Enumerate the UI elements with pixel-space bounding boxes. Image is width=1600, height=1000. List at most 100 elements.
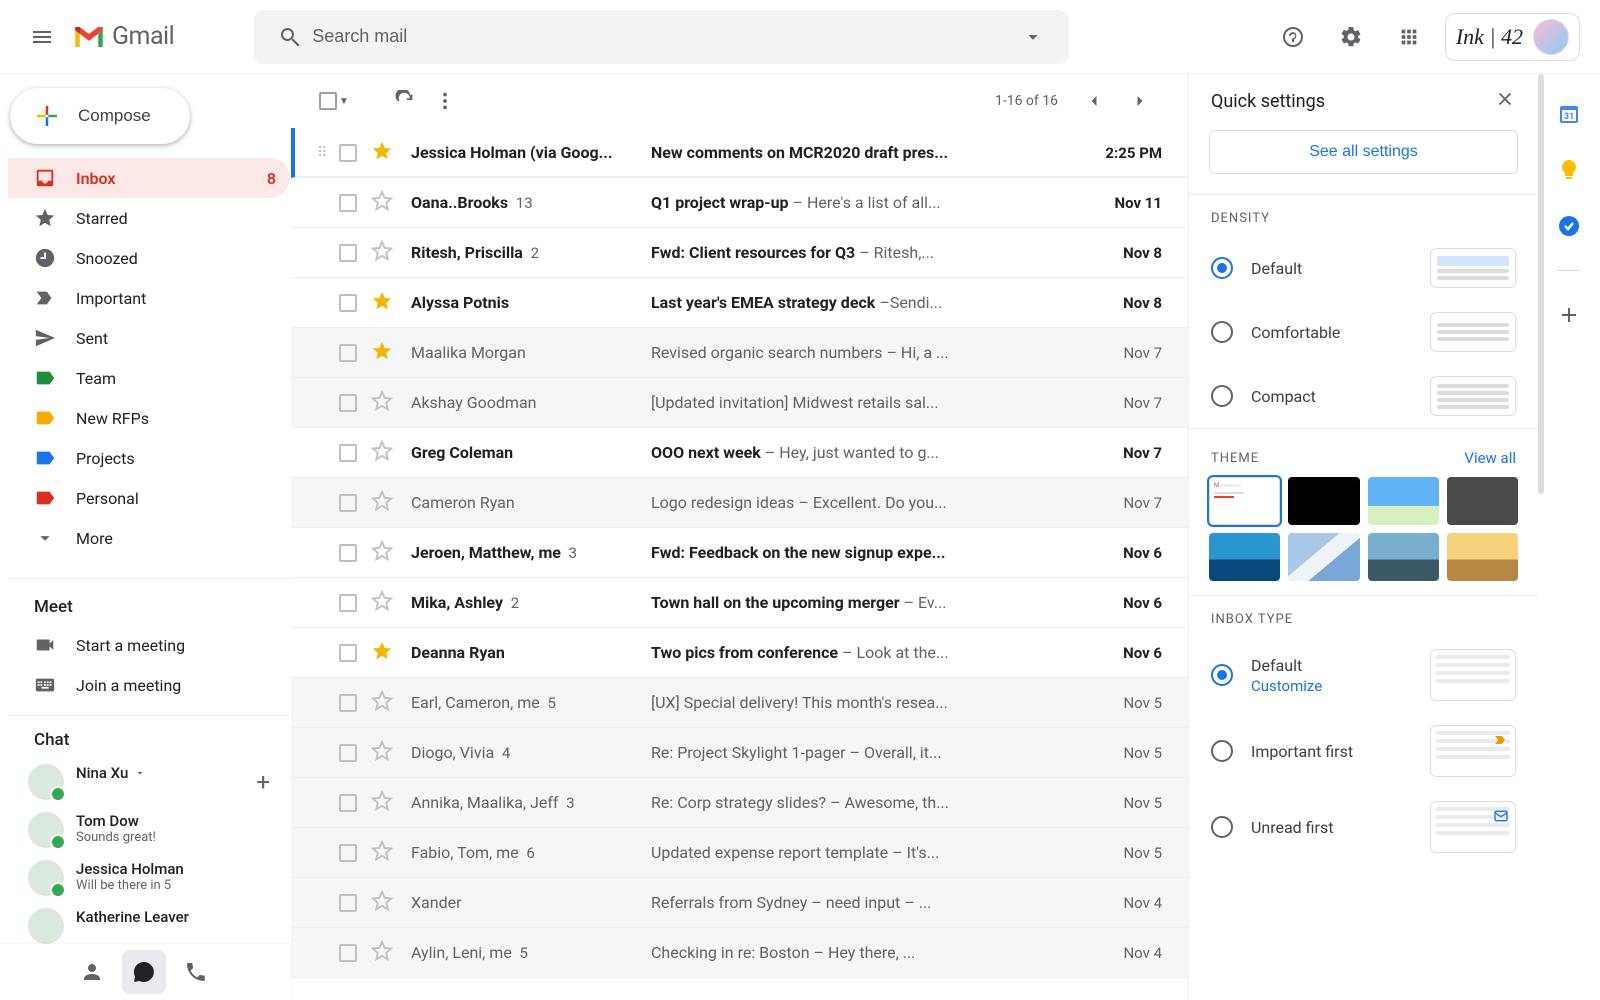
chat-contact[interactable]: Katherine Leaver (8, 902, 290, 950)
row-checkbox[interactable] (339, 144, 357, 162)
search-options-icon[interactable] (1011, 15, 1055, 59)
row-checkbox[interactable] (339, 344, 357, 362)
row-checkbox[interactable] (339, 294, 357, 312)
row-checkbox[interactable] (339, 544, 357, 562)
density-option-compact[interactable]: Compact (1189, 364, 1538, 428)
email-row[interactable]: ⠿ Mika, Ashley 2 Town hall on the upcomi… (291, 578, 1188, 628)
star-icon[interactable] (371, 890, 393, 916)
star-icon[interactable] (371, 840, 393, 866)
sidebar-item-inbox[interactable]: Inbox8 (8, 158, 290, 198)
star-icon[interactable] (371, 240, 393, 266)
star-icon[interactable] (371, 390, 393, 416)
sidebar-item-starred[interactable]: Starred (8, 198, 290, 238)
chat-self-row[interactable]: Nina Xu + (8, 758, 290, 806)
email-row[interactable]: ⠿ Maalika Morgan Revised organic search … (291, 328, 1188, 378)
radio-icon[interactable] (1211, 740, 1233, 762)
email-row[interactable]: ⠿ Oana..Brooks 13 Q1 project wrap-up – H… (291, 178, 1188, 228)
row-checkbox[interactable] (339, 444, 357, 462)
theme-thumbnail[interactable] (1288, 533, 1359, 581)
search-bar[interactable] (254, 10, 1069, 64)
refresh-icon[interactable] (385, 81, 425, 121)
star-icon[interactable] (371, 140, 393, 166)
user-avatar[interactable] (1533, 19, 1569, 55)
inbox-type-option[interactable]: DefaultCustomize (1189, 637, 1538, 713)
radio-icon[interactable] (1211, 816, 1233, 838)
star-icon[interactable] (371, 440, 393, 466)
theme-thumbnail[interactable] (1209, 533, 1280, 581)
email-row[interactable]: ⠿ Greg Coleman OOO next week – Hey, just… (291, 428, 1188, 478)
star-icon[interactable] (371, 190, 393, 216)
row-checkbox[interactable] (339, 244, 357, 262)
chat-contact[interactable]: Jessica HolmanWill be there in 5 (8, 854, 290, 902)
sidebar-item-more[interactable]: More (8, 518, 290, 558)
meet-join-a-meeting[interactable]: Join a meeting (8, 665, 290, 705)
star-icon[interactable] (371, 540, 393, 566)
star-icon[interactable] (371, 790, 393, 816)
email-row[interactable]: ⠿ Deanna Ryan Two pics from conference –… (291, 628, 1188, 678)
select-dropdown-icon[interactable]: ▼ (339, 96, 349, 107)
customize-link[interactable]: Customize (1251, 677, 1322, 695)
inbox-type-option[interactable]: Important first (1189, 713, 1538, 789)
settings-gear-icon[interactable] (1329, 15, 1373, 59)
row-checkbox[interactable] (339, 194, 357, 212)
search-icon[interactable] (268, 15, 312, 59)
contacts-icon[interactable] (70, 950, 114, 994)
chat-contact[interactable]: Tom DowSounds great! (8, 806, 290, 854)
star-icon[interactable] (371, 340, 393, 366)
density-option-default[interactable]: Default (1189, 236, 1538, 300)
phone-icon[interactable] (174, 950, 218, 994)
row-checkbox[interactable] (339, 494, 357, 512)
row-checkbox[interactable] (339, 694, 357, 712)
row-checkbox[interactable] (339, 394, 357, 412)
hangouts-icon[interactable] (122, 950, 166, 994)
close-icon[interactable] (1494, 88, 1516, 115)
main-menu-button[interactable] (20, 15, 64, 59)
account-chip[interactable]: Ink | 42 (1445, 13, 1580, 61)
radio-icon[interactable] (1211, 257, 1233, 279)
row-checkbox[interactable] (339, 744, 357, 762)
email-row[interactable]: ⠿ Jessica Holman (via Goog... New commen… (291, 128, 1188, 178)
sidebar-item-snoozed[interactable]: Snoozed (8, 238, 290, 278)
row-checkbox[interactable] (339, 944, 357, 962)
row-checkbox[interactable] (339, 844, 357, 862)
sidebar-item-sent[interactable]: Sent (8, 318, 290, 358)
theme-thumbnail[interactable]: M (1209, 477, 1280, 525)
star-icon[interactable] (371, 690, 393, 716)
email-row[interactable]: ⠿ Ritesh, Priscilla 2 Fwd: Client resour… (291, 228, 1188, 278)
star-icon[interactable] (371, 640, 393, 666)
radio-icon[interactable] (1211, 385, 1233, 407)
star-icon[interactable] (371, 490, 393, 516)
email-row[interactable]: ⠿ Xander Referrals from Sydney – need in… (291, 878, 1188, 928)
star-icon[interactable] (371, 740, 393, 766)
sidebar-item-personal[interactable]: Personal (8, 478, 290, 518)
star-icon[interactable] (371, 590, 393, 616)
email-row[interactable]: ⠿ Earl, Cameron, me 5 [UX] Special deliv… (291, 678, 1188, 728)
star-icon[interactable] (371, 290, 393, 316)
calendar-icon[interactable]: 31 (1557, 102, 1581, 126)
keep-icon[interactable] (1557, 158, 1581, 182)
theme-thumbnail[interactable] (1368, 477, 1439, 525)
email-row[interactable]: ⠿ Fabio, Tom, me 6 Updated expense repor… (291, 828, 1188, 878)
sidebar-item-important[interactable]: Important (8, 278, 290, 318)
email-row[interactable]: ⠿ Cameron Ryan Logo redesign ideas – Exc… (291, 478, 1188, 528)
theme-thumbnail[interactable] (1368, 533, 1439, 581)
sidebar-item-new-rfps[interactable]: New RFPs (8, 398, 290, 438)
sidebar-item-projects[interactable]: Projects (8, 438, 290, 478)
compose-button[interactable]: Compose (10, 88, 190, 144)
select-all-checkbox[interactable] (319, 92, 337, 110)
radio-icon[interactable] (1211, 321, 1233, 343)
row-checkbox[interactable] (339, 894, 357, 912)
email-row[interactable]: ⠿ Aylin, Leni, me 5 Checking in re: Bost… (291, 928, 1188, 978)
email-row[interactable]: ⠿ Jeroen, Matthew, me 3 Fwd: Feedback on… (291, 528, 1188, 578)
email-row[interactable]: ⠿ Diogo, Vivia 4 Re: Project Skylight 1-… (291, 728, 1188, 778)
row-checkbox[interactable] (339, 594, 357, 612)
row-checkbox[interactable] (339, 644, 357, 662)
theme-view-all[interactable]: View all (1464, 449, 1516, 467)
see-all-settings-button[interactable]: See all settings (1209, 130, 1518, 174)
row-checkbox[interactable] (339, 794, 357, 812)
email-row[interactable]: ⠿ Annika, Maalika, Jeff 3 Re: Corp strat… (291, 778, 1188, 828)
density-option-comfortable[interactable]: Comfortable (1189, 300, 1538, 364)
theme-thumbnail[interactable] (1288, 477, 1359, 525)
sidebar-item-team[interactable]: Team (8, 358, 290, 398)
apps-grid-icon[interactable] (1387, 15, 1431, 59)
